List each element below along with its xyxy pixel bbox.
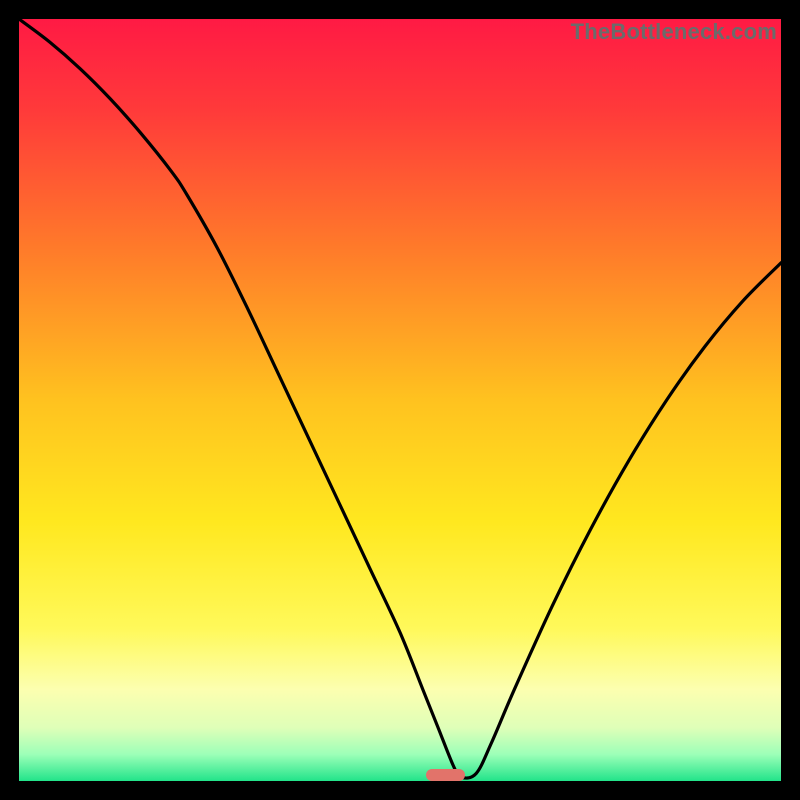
current-position-marker [426,769,465,781]
plot-area: TheBottleneck.com [19,19,781,781]
bottleneck-curve [19,19,781,781]
chart-frame: TheBottleneck.com [0,0,800,800]
